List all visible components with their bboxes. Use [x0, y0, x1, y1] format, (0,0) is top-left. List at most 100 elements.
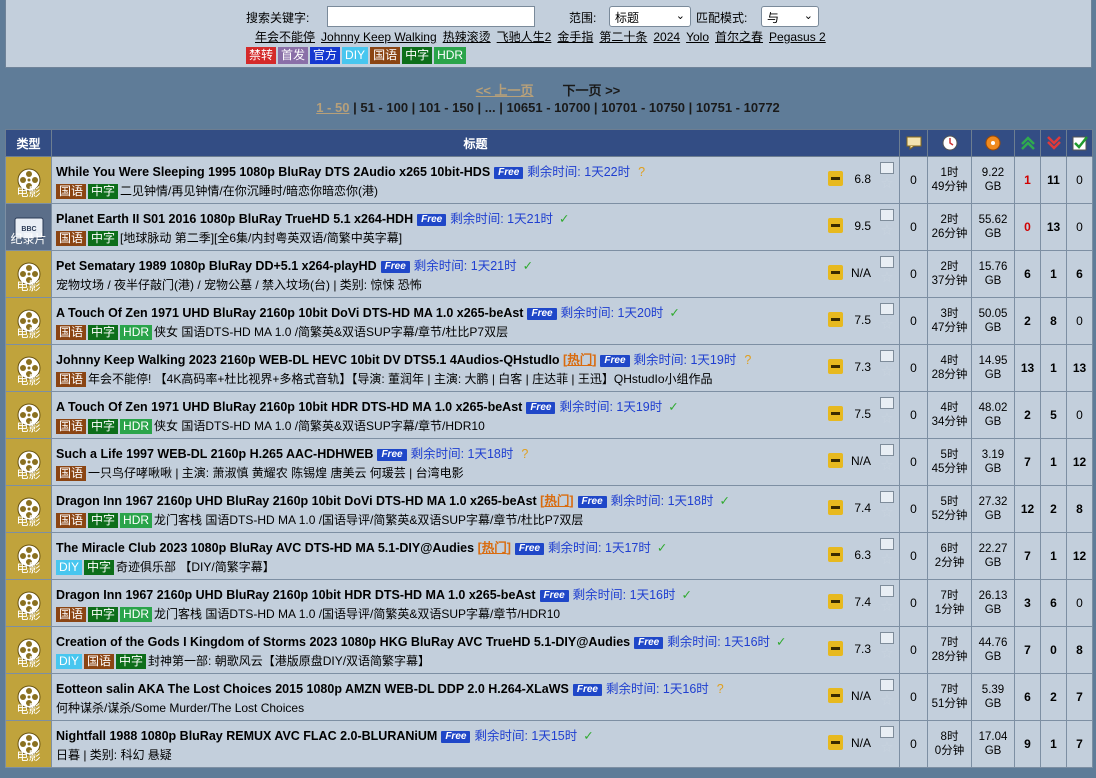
- leechers-count[interactable]: 1: [1040, 438, 1067, 486]
- imdb-icon[interactable]: [828, 312, 843, 327]
- seeders-count[interactable]: 2: [1014, 297, 1041, 345]
- col-type[interactable]: 类型: [5, 129, 52, 157]
- category-cell[interactable]: 电影: [5, 579, 52, 627]
- leechers-count[interactable]: 1: [1040, 720, 1067, 768]
- col-comments[interactable]: [899, 129, 928, 157]
- imdb-icon[interactable]: [828, 641, 843, 656]
- torrent-title-link[interactable]: Dragon Inn 1967 2160p UHD BluRay 2160p 1…: [56, 494, 537, 508]
- scope-select[interactable]: 标题 ⌄: [609, 6, 691, 27]
- prev-page-link[interactable]: << 上一页: [476, 83, 534, 98]
- bookmark-star-icon[interactable]: ☆: [878, 270, 896, 286]
- leechers-count[interactable]: 1: [1040, 344, 1067, 392]
- comments-count[interactable]: 0: [899, 250, 928, 298]
- completed-count[interactable]: 0: [1066, 391, 1093, 439]
- completed-count[interactable]: 6: [1066, 250, 1093, 298]
- comments-count[interactable]: 0: [899, 203, 928, 251]
- torrent-title-link[interactable]: The Miracle Club 2023 1080p BluRay AVC D…: [56, 541, 474, 555]
- leechers-count[interactable]: 13: [1040, 203, 1067, 251]
- filter-tag-3[interactable]: DIY: [342, 47, 369, 64]
- comments-count[interactable]: 0: [899, 344, 928, 392]
- col-title[interactable]: 标题: [51, 129, 900, 157]
- seeders-count[interactable]: 9: [1014, 720, 1041, 768]
- filter-tag-5[interactable]: 中字: [402, 47, 433, 64]
- col-size[interactable]: [971, 129, 1015, 157]
- bookmark-star-icon[interactable]: ☆: [878, 317, 896, 333]
- completed-count[interactable]: 0: [1066, 297, 1093, 345]
- completed-count[interactable]: 0: [1066, 579, 1093, 627]
- download-icon[interactable]: [880, 209, 894, 221]
- imdb-icon[interactable]: [828, 453, 843, 468]
- bookmark-star-icon[interactable]: ☆: [878, 646, 896, 662]
- hot-term-link[interactable]: Yolo: [686, 30, 709, 44]
- seeders-count[interactable]: 2: [1014, 391, 1041, 439]
- leechers-count[interactable]: 1: [1040, 250, 1067, 298]
- download-icon[interactable]: [880, 491, 894, 503]
- hot-term-link[interactable]: 热辣滚烫: [443, 30, 491, 44]
- comments-count[interactable]: 0: [899, 391, 928, 439]
- bookmark-star-icon[interactable]: ☆: [878, 364, 896, 380]
- page-link[interactable]: 101 - 150: [419, 100, 474, 115]
- hot-term-link[interactable]: Pegasus 2: [769, 30, 826, 44]
- completed-count[interactable]: 12: [1066, 532, 1093, 580]
- hot-term-link[interactable]: Johnny Keep Walking: [321, 30, 437, 44]
- imdb-icon[interactable]: [828, 359, 843, 374]
- leechers-count[interactable]: 8: [1040, 297, 1067, 345]
- download-icon[interactable]: [880, 632, 894, 644]
- category-cell[interactable]: 电影: [5, 250, 52, 298]
- seeders-count[interactable]: 7: [1014, 532, 1041, 580]
- category-cell[interactable]: 电影: [5, 344, 52, 392]
- seeders-count[interactable]: 7: [1014, 438, 1041, 486]
- seeders-count[interactable]: 1: [1014, 156, 1041, 204]
- comments-count[interactable]: 0: [899, 156, 928, 204]
- bookmark-star-icon[interactable]: ☆: [878, 552, 896, 568]
- completed-count[interactable]: 8: [1066, 626, 1093, 674]
- completed-count[interactable]: 8: [1066, 485, 1093, 533]
- torrent-title-link[interactable]: A Touch Of Zen 1971 UHD BluRay 2160p 10b…: [56, 400, 522, 414]
- seeders-count[interactable]: 3: [1014, 579, 1041, 627]
- comments-count[interactable]: 0: [899, 579, 928, 627]
- filter-tag-4[interactable]: 国语: [370, 47, 401, 64]
- torrent-title-link[interactable]: While You Were Sleeping 1995 1080p BluRa…: [56, 165, 490, 179]
- leechers-count[interactable]: 1: [1040, 532, 1067, 580]
- torrent-title-link[interactable]: Planet Earth II S01 2016 1080p BluRay Tr…: [56, 212, 413, 226]
- category-cell[interactable]: 电影: [5, 485, 52, 533]
- page-link[interactable]: 10751 - 10772: [696, 100, 780, 115]
- comments-count[interactable]: 0: [899, 626, 928, 674]
- torrent-title-link[interactable]: Creation of the Gods I Kingdom of Storms…: [56, 635, 630, 649]
- seeders-count[interactable]: 0: [1014, 203, 1041, 251]
- imdb-icon[interactable]: [828, 594, 843, 609]
- download-icon[interactable]: [880, 726, 894, 738]
- col-leechers[interactable]: [1040, 129, 1067, 157]
- category-cell[interactable]: 电影: [5, 532, 52, 580]
- category-cell[interactable]: 电影: [5, 673, 52, 721]
- torrent-title-link[interactable]: Dragon Inn 1967 2160p UHD BluRay 2160p 1…: [56, 588, 536, 602]
- download-icon[interactable]: [880, 538, 894, 550]
- seeders-count[interactable]: 7: [1014, 626, 1041, 674]
- category-cell[interactable]: 电影: [5, 438, 52, 486]
- comments-count[interactable]: 0: [899, 720, 928, 768]
- comments-count[interactable]: 0: [899, 673, 928, 721]
- page-link[interactable]: ...: [485, 100, 496, 115]
- imdb-icon[interactable]: [828, 500, 843, 515]
- bookmark-star-icon[interactable]: ☆: [878, 740, 896, 756]
- filter-tag-2[interactable]: 官方: [310, 47, 341, 64]
- bookmark-star-icon[interactable]: ☆: [878, 176, 896, 192]
- comments-count[interactable]: 0: [899, 485, 928, 533]
- leechers-count[interactable]: 5: [1040, 391, 1067, 439]
- imdb-icon[interactable]: [828, 171, 843, 186]
- hot-term-link[interactable]: 2024: [653, 30, 680, 44]
- download-icon[interactable]: [880, 350, 894, 362]
- comments-count[interactable]: 0: [899, 438, 928, 486]
- col-time[interactable]: [927, 129, 972, 157]
- next-page-link[interactable]: 下一页 >>: [562, 83, 620, 98]
- filter-tag-1[interactable]: 首发: [278, 47, 309, 64]
- keyword-input[interactable]: [327, 6, 535, 27]
- completed-count[interactable]: 7: [1066, 720, 1093, 768]
- torrent-title-link[interactable]: Johnny Keep Walking 2023 2160p WEB-DL HE…: [56, 353, 560, 367]
- col-completed[interactable]: [1066, 129, 1093, 157]
- imdb-icon[interactable]: [828, 265, 843, 280]
- seeders-count[interactable]: 6: [1014, 673, 1041, 721]
- hot-term-link[interactable]: 年会不能停: [255, 30, 315, 44]
- category-cell[interactable]: 电影: [5, 391, 52, 439]
- category-cell[interactable]: 电影: [5, 626, 52, 674]
